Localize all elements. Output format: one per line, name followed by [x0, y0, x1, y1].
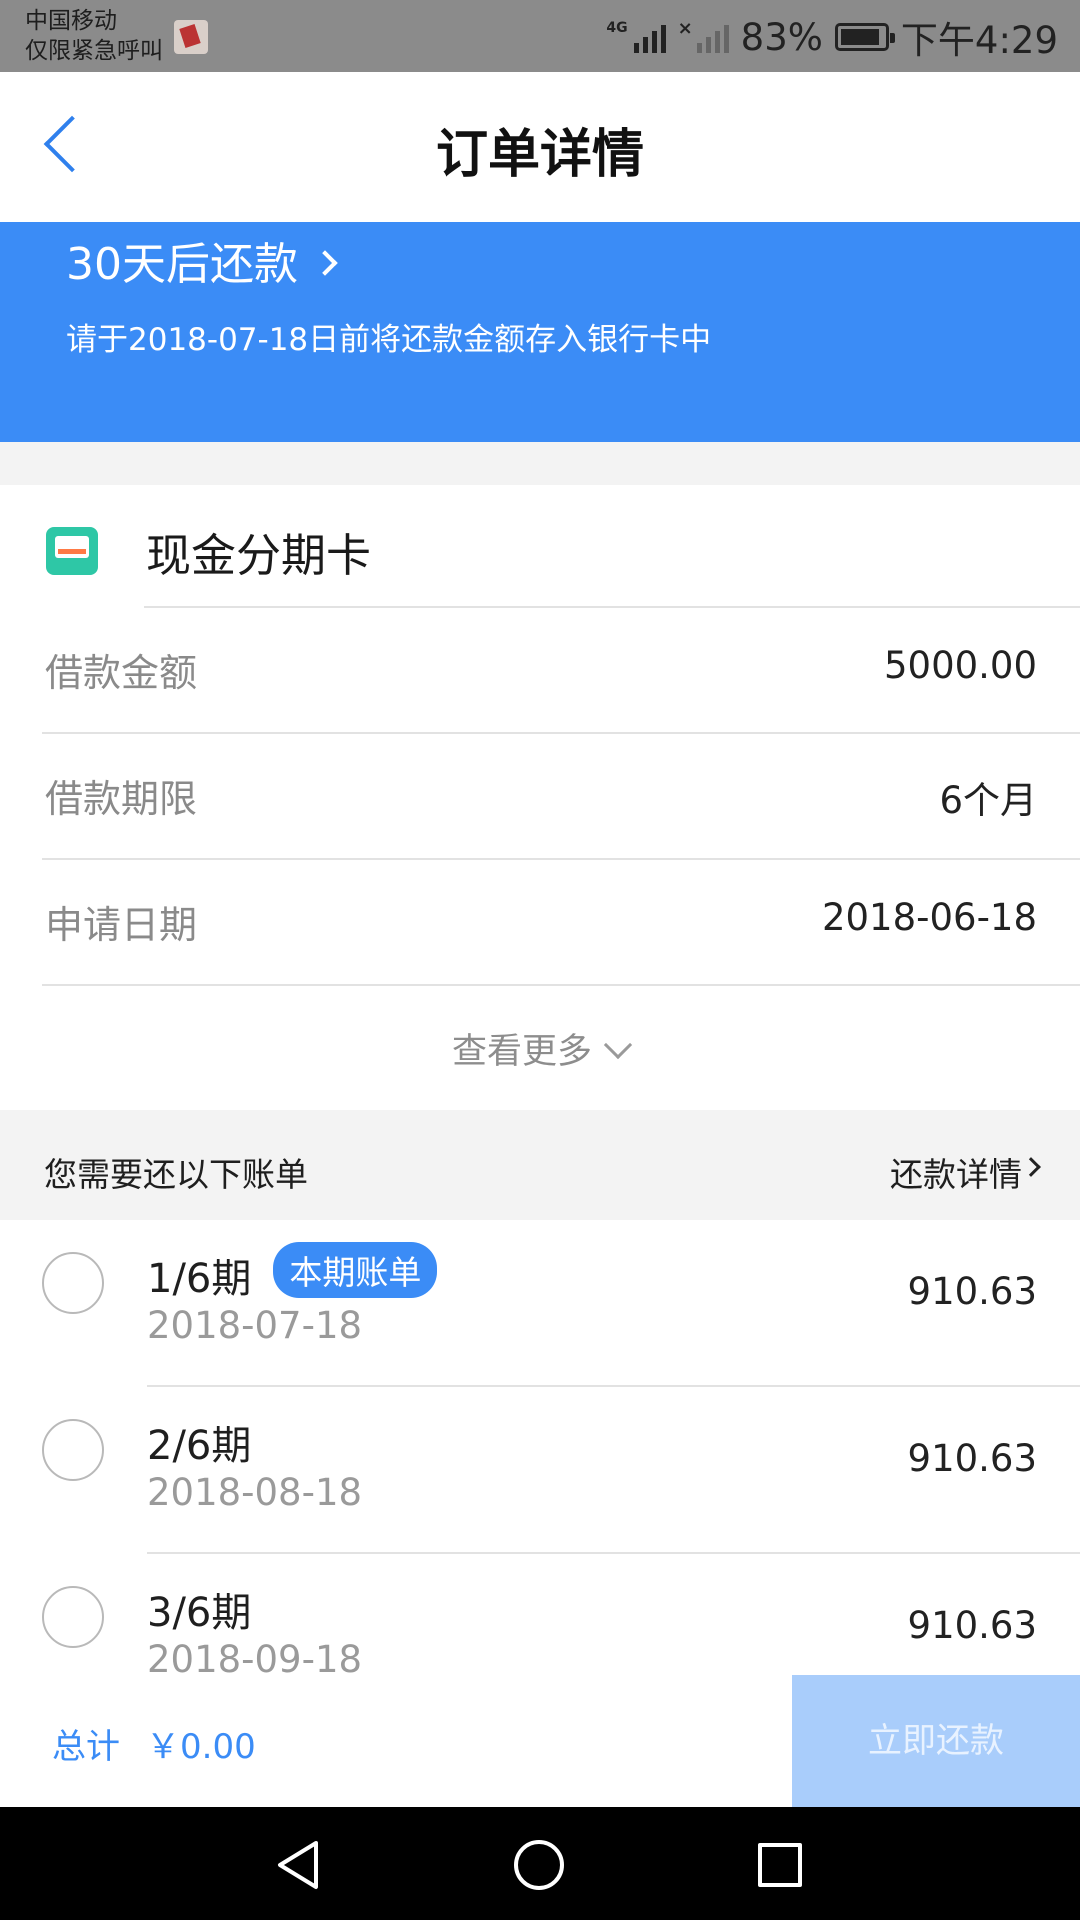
info-row-apply-date: 申请日期 2018-06-18: [0, 860, 1080, 986]
bill-period: 3/6期: [147, 1580, 251, 1638]
bill-date: 2018-07-18: [147, 1304, 363, 1347]
banner-title[interactable]: 30天后还款: [66, 228, 338, 292]
bills-list[interactable]: 1/6期 本期账单 2018-07-18 910.63 2/6期 2018-08-…: [0, 1220, 1080, 1675]
carrier-name: 中国移动: [25, 8, 117, 34]
repayment-details-link[interactable]: 还款详情: [890, 1148, 1022, 1196]
chevron-down-icon: [603, 1030, 633, 1060]
total-label: 总计: [52, 1727, 120, 1767]
info-value: 6个月: [939, 779, 1037, 822]
view-more-button[interactable]: 查看更多: [0, 1023, 1080, 1074]
chevron-right-icon[interactable]: [1021, 1157, 1041, 1177]
nav-back-icon[interactable]: [272, 1839, 324, 1891]
bill-period: 1/6期 本期账单: [147, 1242, 438, 1304]
bill-select-radio[interactable]: [42, 1586, 104, 1648]
no-signal-icon: ×: [678, 20, 729, 53]
repayment-banner[interactable]: 30天后还款 请于2018-07-18日前将还款金额存入银行卡中: [0, 222, 1080, 442]
bill-item[interactable]: 3/6期 2018-09-18 910.63: [0, 1554, 1080, 1675]
carrier-info: 中国移动 仅限紧急呼叫: [25, 6, 163, 66]
system-navigation-bar: [0, 1807, 1080, 1920]
cellular-signal-icon: 4G: [606, 20, 666, 53]
banner-subtitle: 请于2018-07-18日前将还款金额存入银行卡中: [66, 322, 712, 358]
nav-recents-icon[interactable]: [758, 1843, 802, 1887]
order-info-card: 现金分期卡 借款金额 5000.00 借款期限 6个月 申请日期 2018-06…: [0, 485, 1080, 1110]
current-bill-badge: 本期账单: [273, 1242, 438, 1298]
info-value: 5000.00: [883, 644, 1037, 687]
clock: 下午4:29: [900, 19, 1058, 62]
product-row: 现金分期卡: [0, 485, 1080, 608]
card-icon: [46, 527, 98, 575]
divider: [42, 984, 1080, 986]
bill-item[interactable]: 2/6期 2018-08-18 910.63: [0, 1387, 1080, 1554]
bills-section-title: 您需要还以下账单: [44, 1155, 308, 1194]
total-amount: ￥0.00: [146, 1727, 256, 1767]
bill-period: 2/6期: [147, 1413, 251, 1471]
bill-amount: 910.63: [907, 1437, 1037, 1480]
bill-select-radio[interactable]: [42, 1419, 104, 1481]
bill-amount: 910.63: [907, 1604, 1037, 1647]
info-label: 申请日期: [45, 903, 198, 947]
top-app-bar: 订单详情: [0, 72, 1080, 222]
info-row-loan-amount: 借款金额 5000.00: [0, 608, 1080, 734]
notification-app-icon: [174, 20, 208, 54]
checkout-footer: 总计 ￥0.00 立即还款: [0, 1675, 1080, 1807]
status-bar: 中国移动 仅限紧急呼叫 4G × 83% 下午4:29: [0, 0, 1080, 72]
chevron-right-icon: [312, 250, 338, 276]
page-title: 订单详情: [435, 125, 644, 185]
battery-percent: 83%: [740, 15, 823, 59]
info-row-loan-term: 借款期限 6个月: [0, 734, 1080, 860]
battery-icon: [834, 23, 895, 51]
bill-date: 2018-08-18: [147, 1471, 363, 1514]
banner-title-text: 30天后还款: [66, 239, 298, 290]
bill-date: 2018-09-18: [147, 1638, 363, 1675]
status-icons: 4G × 83% 下午4:29: [606, 15, 1058, 63]
emergency-only-text: 仅限紧急呼叫: [25, 38, 163, 64]
bill-period-label: 1/6期: [147, 1256, 252, 1302]
bill-amount: 910.63: [907, 1270, 1037, 1313]
view-more-label: 查看更多: [451, 1032, 592, 1072]
bill-period-label: 2/6期: [147, 1423, 252, 1469]
info-value: 2018-06-18: [821, 896, 1037, 939]
product-name: 现金分期卡: [146, 529, 372, 582]
pay-now-button[interactable]: 立即还款: [792, 1675, 1080, 1807]
bills-section-header: 您需要还以下账单 还款详情: [0, 1110, 1080, 1220]
bill-period-label: 3/6期: [147, 1590, 252, 1636]
info-label: 借款期限: [45, 777, 198, 821]
bill-select-radio[interactable]: [42, 1252, 104, 1314]
info-label: 借款金额: [45, 651, 198, 695]
network-type: 4G: [606, 20, 628, 36]
bill-item[interactable]: 1/6期 本期账单 2018-07-18 910.63: [0, 1220, 1080, 1387]
nav-home-icon[interactable]: [514, 1840, 564, 1890]
